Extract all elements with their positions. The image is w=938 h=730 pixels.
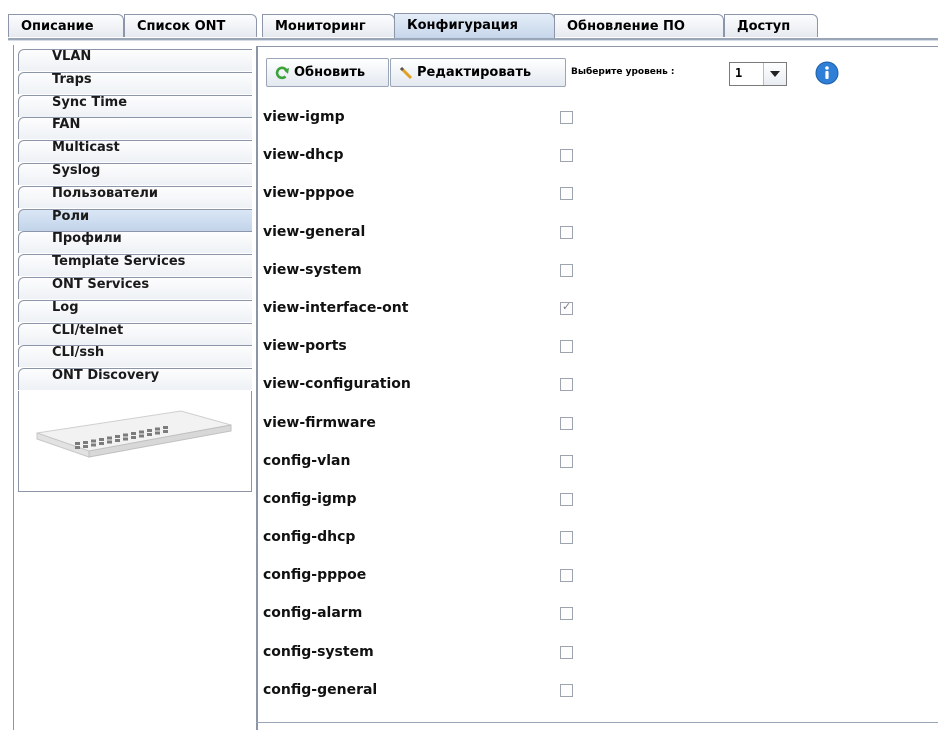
device-image-panel — [18, 391, 252, 492]
level-label: Выберите уровень : — [571, 67, 675, 77]
permission-row: config-dhcp — [258, 520, 938, 558]
permission-name: config-pppoe — [263, 567, 367, 584]
chevron-down-icon[interactable] — [763, 63, 786, 85]
tab-configuration[interactable]: Конфигурация — [394, 13, 555, 38]
level-value: 1 — [735, 66, 743, 80]
permission-checkbox[interactable] — [560, 492, 573, 506]
sidebar-item-roles[interactable]: Роли — [18, 208, 252, 231]
permission-checkbox[interactable] — [560, 111, 573, 124]
sidebar-item-log[interactable]: Log — [18, 299, 252, 322]
permission-row: config-system — [258, 635, 938, 673]
permission-checkbox[interactable] — [560, 569, 573, 583]
permission-name: config-general — [263, 681, 378, 698]
permission-name: config-dhcp — [263, 529, 356, 546]
tab-ont-list[interactable]: Список ONT — [124, 14, 257, 37]
edit-label: Редактировать — [417, 65, 532, 80]
permission-name: view-dhcp — [263, 147, 344, 164]
permission-row: view-dhcp — [258, 138, 938, 176]
permission-name: view-interface-ont — [263, 299, 409, 316]
refresh-button[interactable]: Обновить — [266, 58, 389, 87]
sidebar-item-cli-telnet[interactable]: CLI/telnet — [18, 322, 252, 345]
permission-name: view-system — [263, 261, 362, 278]
sidebar-item-ont-discovery[interactable]: ONT Discovery — [18, 368, 252, 391]
permission-name: view-ports — [263, 338, 347, 355]
permission-row: config-pppoe — [258, 558, 938, 596]
permission-row: config-igmp — [258, 482, 938, 520]
toolbar: Обновить Редактировать Выберите уровень … — [266, 55, 938, 89]
permission-checkbox[interactable] — [560, 263, 573, 277]
permission-row: view-igmp — [258, 100, 938, 138]
level-select[interactable]: 1 — [729, 62, 787, 86]
permission-row: config-vlan — [258, 444, 938, 482]
permission-row: view-interface-ont — [258, 291, 938, 329]
permission-checkbox[interactable] — [560, 454, 573, 468]
permission-checkbox[interactable] — [560, 531, 573, 545]
sidebar-item-ont-services[interactable]: ONT Services — [18, 277, 252, 299]
sidebar-item-traps[interactable]: Traps — [18, 71, 252, 94]
permission-name: config-alarm — [263, 605, 363, 622]
permission-name: view-firmware — [263, 414, 376, 431]
permission-name: view-configuration — [263, 376, 411, 393]
refresh-icon — [275, 66, 289, 80]
tab-access[interactable]: Доступ — [724, 14, 818, 37]
sidebar-item-fan[interactable]: FAN — [18, 117, 252, 140]
content-bottom-border — [256, 722, 938, 723]
sidebar-item-users[interactable]: Пользователи — [18, 185, 252, 208]
permission-checkbox[interactable] — [560, 187, 573, 201]
permission-checkbox[interactable] — [560, 225, 573, 239]
permission-checkbox[interactable] — [560, 607, 573, 621]
info-icon[interactable] — [814, 60, 840, 86]
permission-name: view-pppoe — [263, 185, 355, 202]
sidebar-item-syslog[interactable]: Syslog — [18, 163, 252, 185]
pencil-icon — [399, 66, 413, 80]
permission-row: view-firmware — [258, 406, 938, 444]
refresh-label: Обновить — [294, 65, 366, 80]
permission-checkbox[interactable] — [560, 645, 573, 659]
permission-checkbox[interactable] — [560, 340, 573, 354]
edit-button[interactable]: Редактировать — [390, 58, 566, 87]
permission-checkbox[interactable] — [560, 416, 573, 430]
tab-firmware-update[interactable]: Обновление ПО — [554, 14, 724, 37]
sidebar-item-sync-time[interactable]: Sync Time — [18, 94, 252, 117]
network-switch-device-image — [36, 410, 232, 458]
permission-row: config-alarm — [258, 596, 938, 634]
permission-name: view-igmp — [263, 109, 345, 125]
permission-row: view-system — [258, 253, 938, 291]
permission-list: view-igmp view-dhcp view-pppoe view-gene… — [258, 100, 938, 711]
sidebar-item-vlan[interactable]: VLAN — [18, 49, 252, 71]
sidebar-item-template-services[interactable]: Template Services — [18, 254, 252, 277]
sidebar-item-cli-ssh[interactable]: CLI/ssh — [18, 345, 252, 368]
permission-checkbox[interactable] — [560, 378, 573, 392]
permission-checkbox[interactable] — [560, 683, 573, 697]
permission-row: view-ports — [258, 329, 938, 367]
sidebar-item-profiles[interactable]: Профили — [18, 231, 252, 254]
tab-divider-shadow — [8, 40, 938, 41]
permission-row: view-configuration — [258, 367, 938, 405]
permission-name: config-vlan — [263, 452, 351, 469]
permission-checkbox[interactable] — [560, 149, 573, 163]
permission-name: config-system — [263, 643, 374, 660]
tab-monitoring[interactable]: Мониторинг — [262, 14, 395, 37]
roles-content-panel: Обновить Редактировать Выберите уровень … — [256, 46, 938, 730]
sidebar-item-multicast[interactable]: Multicast — [18, 140, 252, 163]
permission-row: config-general — [258, 673, 938, 711]
permission-checkbox[interactable] — [560, 300, 573, 315]
permission-row: view-pppoe — [258, 176, 938, 214]
permission-name: view-general — [263, 223, 366, 240]
permission-row: view-general — [258, 215, 938, 253]
tab-description[interactable]: Описание — [8, 14, 124, 37]
permission-name: config-igmp — [263, 490, 357, 507]
